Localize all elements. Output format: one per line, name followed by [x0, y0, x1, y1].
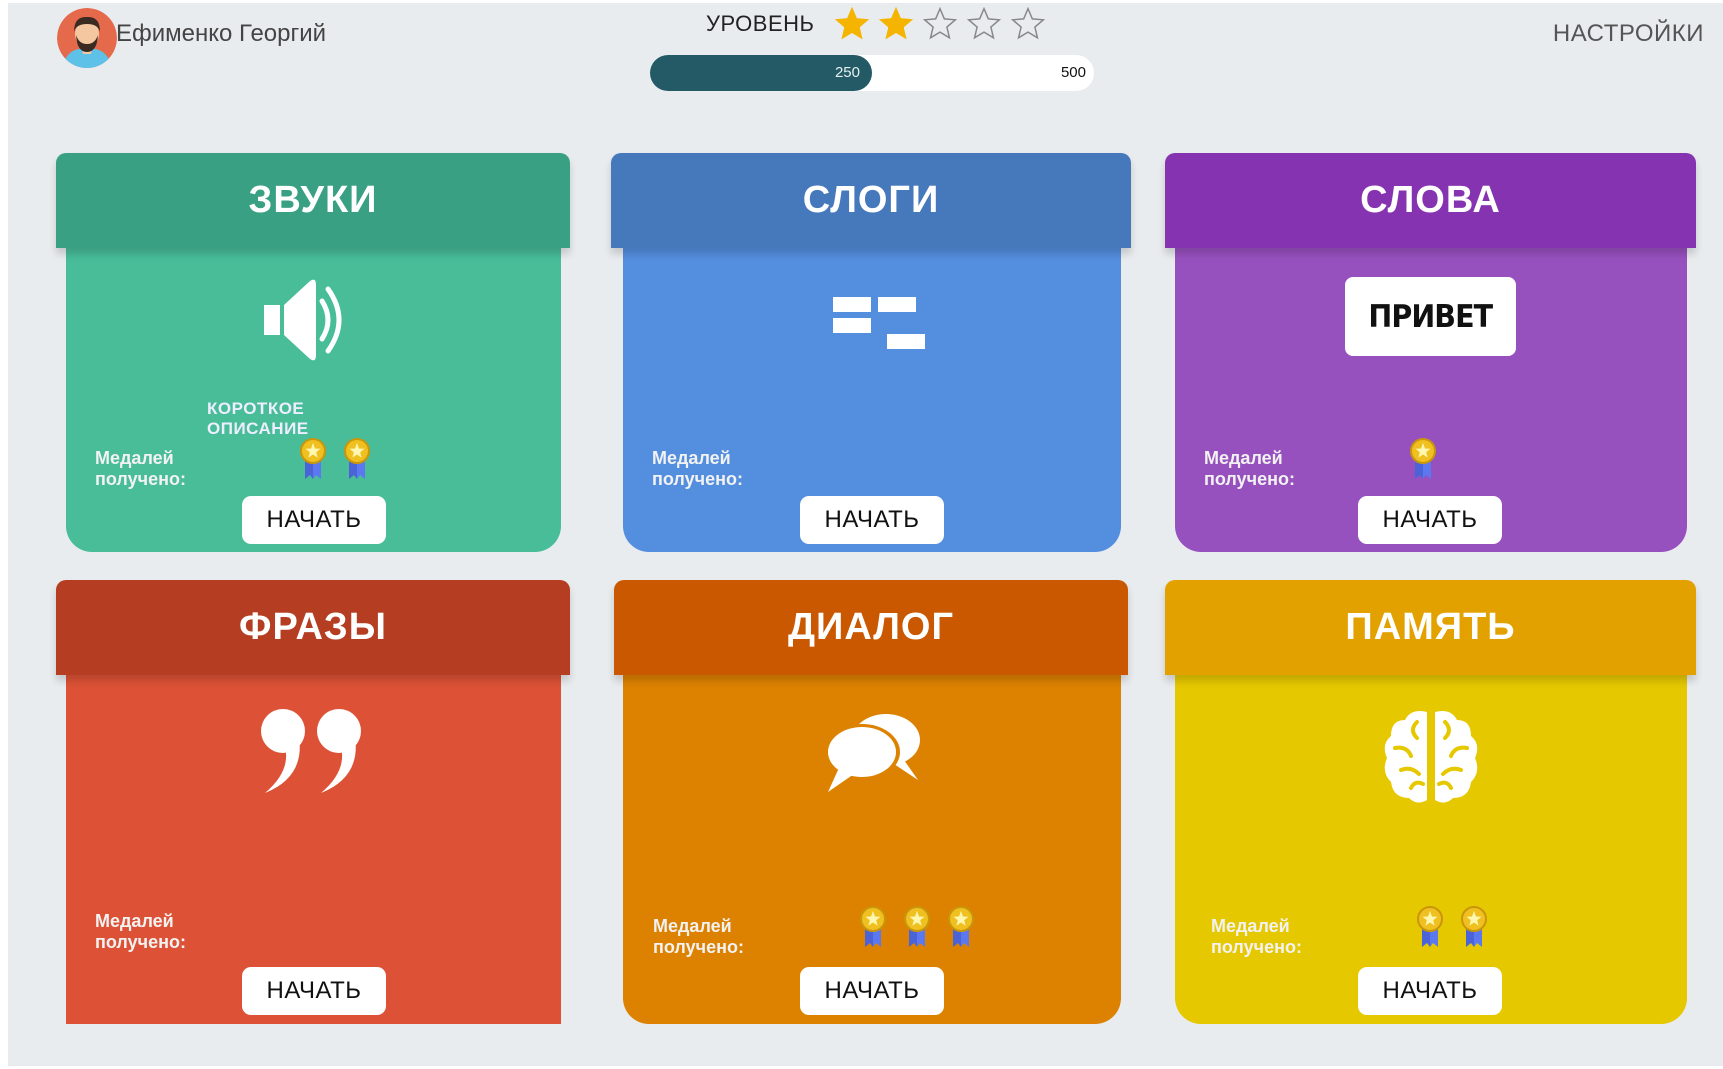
chat-bubbles-icon — [824, 714, 920, 792]
medal-icon — [1461, 906, 1487, 947]
medal-icon — [1410, 438, 1436, 479]
medals-label: Медалей получено: — [1211, 916, 1302, 957]
speaker-icon — [264, 279, 342, 361]
start-button[interactable]: НАЧАТЬ — [242, 496, 386, 544]
card-title: ФРАЗЫ — [239, 606, 387, 648]
level-stars — [834, 6, 1046, 42]
card-header: ДИАЛОГ — [614, 580, 1128, 675]
star-filled-icon — [878, 6, 914, 40]
medal-icon — [1417, 906, 1443, 947]
quote-icon — [261, 709, 361, 793]
medals-label: Медалей получено: — [653, 916, 744, 957]
progress-max-value: 500 — [1060, 64, 1086, 81]
level-progress-fill: 250 — [650, 55, 872, 91]
start-button[interactable]: НАЧАТЬ — [242, 967, 386, 1015]
card-header: ФРАЗЫ — [56, 580, 570, 675]
medal-icon — [948, 906, 974, 947]
card-title: ДИАЛОГ — [787, 606, 955, 648]
card-header: СЛОВА — [1165, 153, 1696, 248]
star-empty-icon — [922, 6, 958, 40]
start-button[interactable]: НАЧАТЬ — [1358, 967, 1502, 1015]
medal-icon — [344, 438, 370, 479]
avatar-image — [57, 8, 117, 68]
medals-label: Медалей получено: — [95, 448, 186, 489]
medal-icon — [860, 906, 886, 947]
medals-label: Медалей получено: — [652, 448, 743, 489]
star-filled-icon — [834, 6, 870, 40]
level-progress-bar: 250 500 — [650, 55, 1094, 91]
start-button[interactable]: НАЧАТЬ — [800, 496, 944, 544]
card-title: СЛОВА — [1360, 179, 1501, 221]
card-header: ЗВУКИ — [56, 153, 570, 248]
star-empty-icon — [966, 6, 1002, 40]
start-button[interactable]: НАЧАТЬ — [800, 967, 944, 1015]
brain-icon — [1384, 711, 1478, 803]
settings-link[interactable]: НАСТРОЙКИ — [1553, 20, 1704, 48]
medals-label: Медалей получено: — [95, 911, 186, 952]
card-header: СЛОГИ — [611, 153, 1131, 248]
medal-icon — [300, 438, 326, 479]
card-title: ПАМЯТЬ — [1345, 606, 1516, 648]
user-name: Ефименко Георгий — [116, 20, 327, 47]
word-card-text: ПРИВЕТ — [1368, 298, 1494, 335]
card-title: СЛОГИ — [802, 179, 940, 221]
medal-icon — [904, 906, 930, 947]
star-empty-icon — [1010, 6, 1046, 40]
progress-current-value: 250 — [834, 64, 860, 81]
card-header: ПАМЯТЬ — [1165, 580, 1696, 675]
word-card-icon: ПРИВЕТ — [1345, 277, 1516, 356]
user-avatar[interactable] — [57, 8, 117, 68]
syllables-icon — [833, 297, 925, 349]
start-button[interactable]: НАЧАТЬ — [1358, 496, 1502, 544]
card-title: ЗВУКИ — [248, 179, 378, 221]
card-description: КОРОТКОЕ ОПИСАНИЕ — [207, 399, 309, 438]
medals-label: Медалей получено: — [1204, 448, 1295, 489]
level-label: УРОВЕНЬ — [706, 11, 815, 36]
